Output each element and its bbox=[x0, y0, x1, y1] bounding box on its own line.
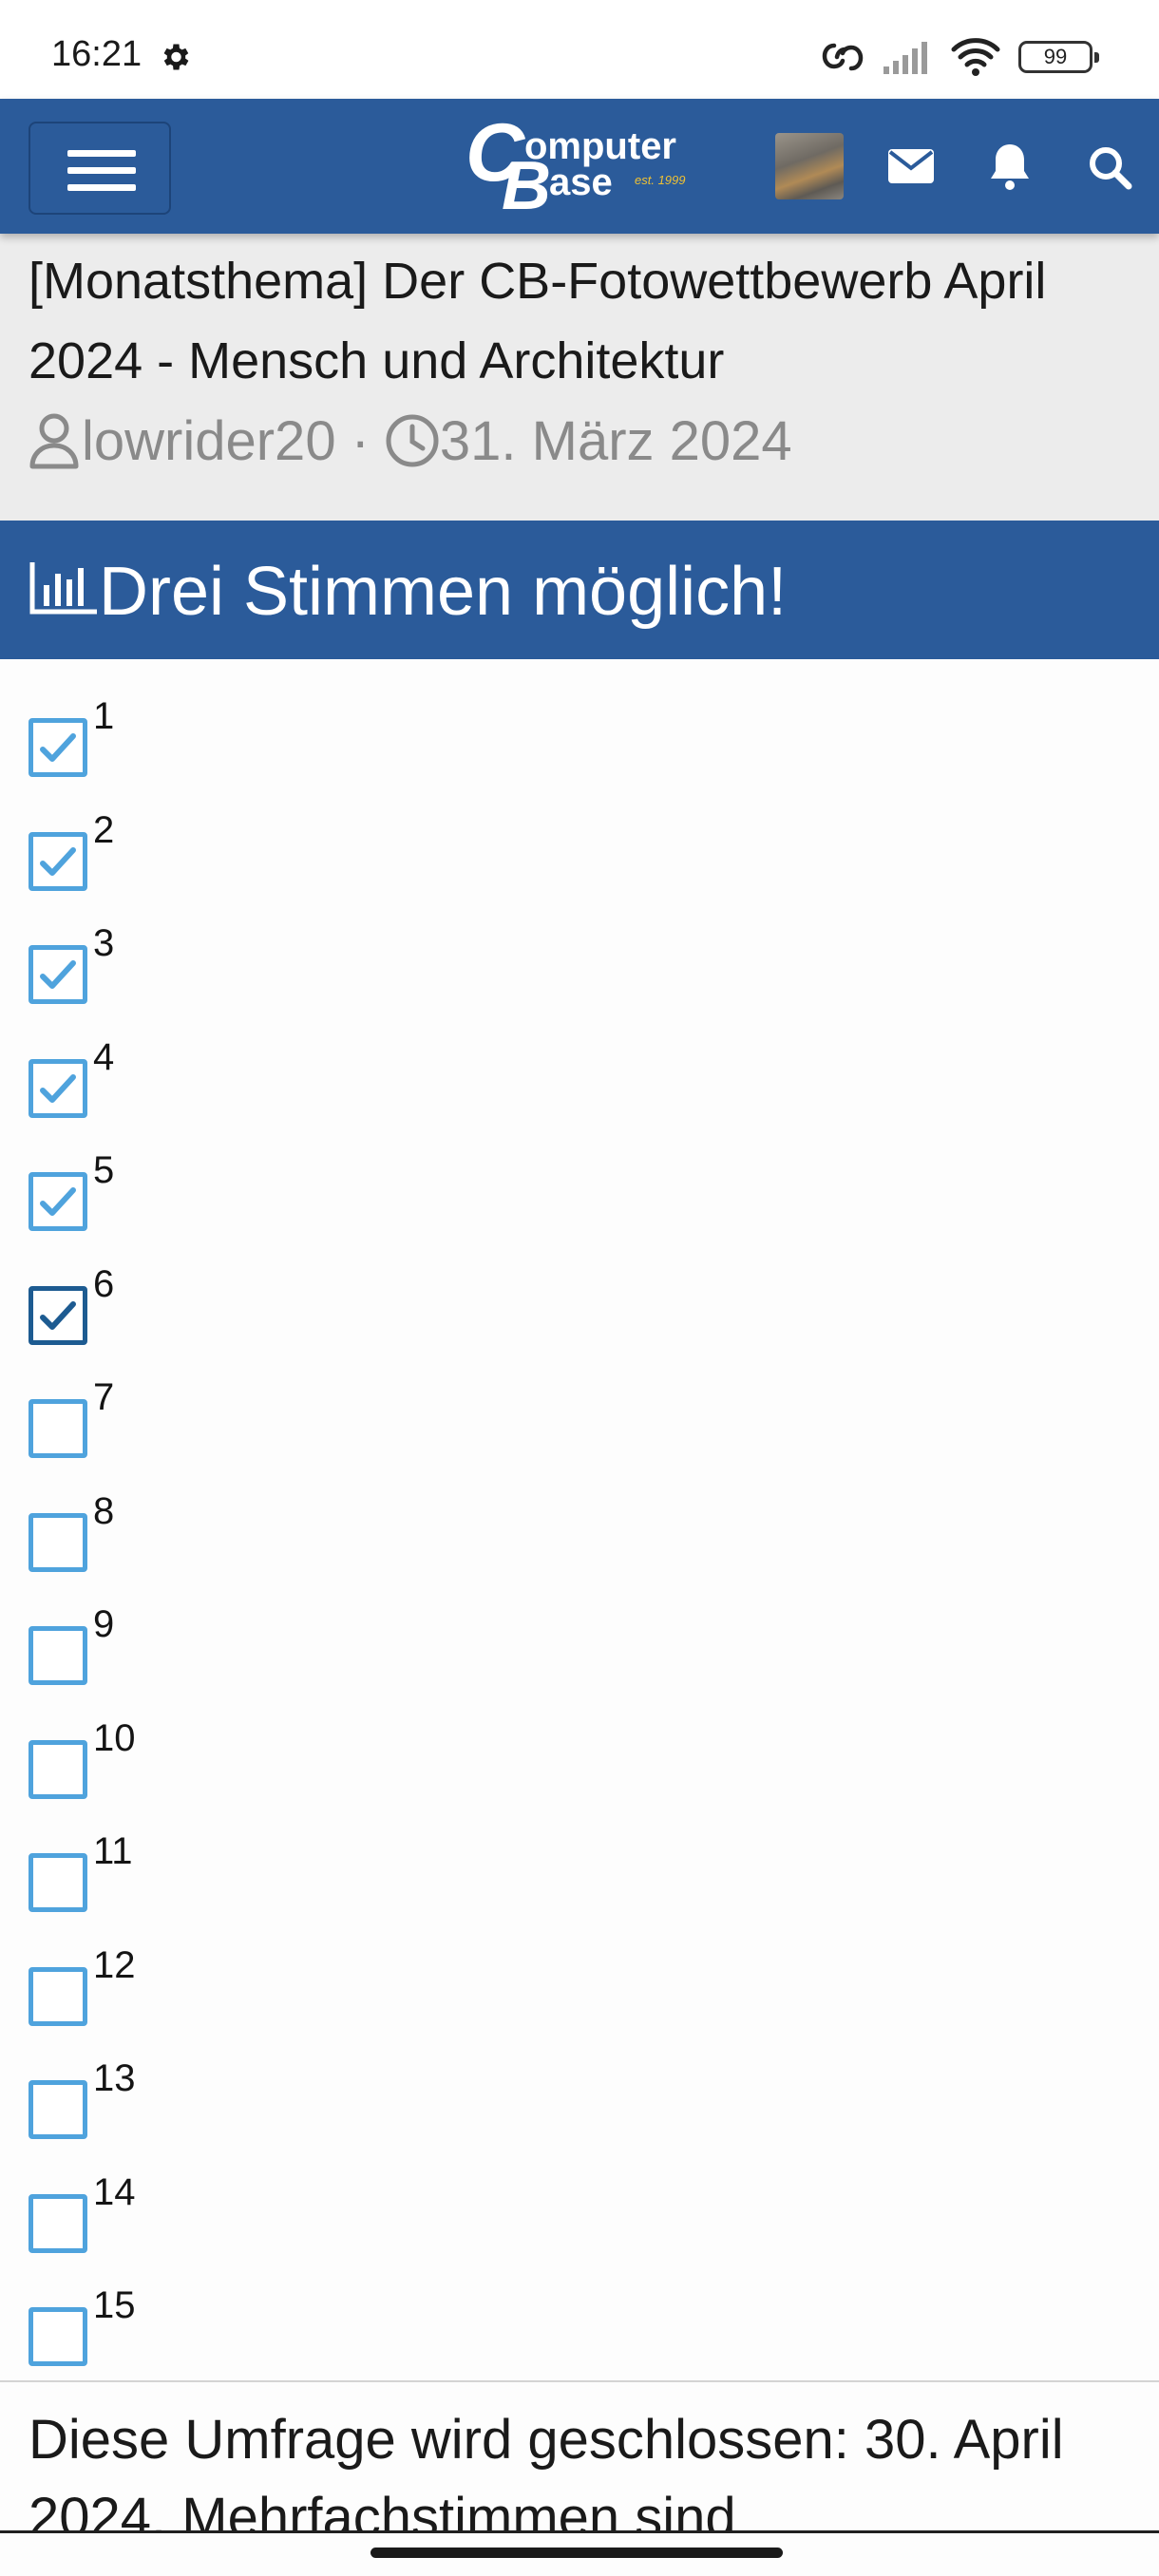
status-bar: 16:21 99 bbox=[0, 0, 1159, 99]
poll-option-label: 1 bbox=[93, 695, 115, 737]
status-time: 16:21 bbox=[51, 34, 142, 74]
poll-option-label: 12 bbox=[93, 1943, 136, 1986]
poll-options: 1 2 3 4 5 6 7 8 9 10 11 12 13 14 15 bbox=[0, 659, 1159, 2380]
check-icon bbox=[40, 1300, 76, 1330]
poll-option[interactable]: 12 bbox=[28, 1939, 1130, 2034]
computerbase-logo[interactable]: C omputer B ase est. 1999 bbox=[466, 112, 703, 224]
poll-option-checkbox[interactable] bbox=[28, 2307, 87, 2366]
poll-title: Drei Stimmen möglich! bbox=[99, 554, 788, 630]
poll-option[interactable]: 1 bbox=[28, 690, 1130, 785]
poll-option-checkbox[interactable] bbox=[28, 1739, 87, 1799]
poll-option-checkbox[interactable] bbox=[28, 1512, 87, 1572]
poll-closing-notice: Diese Umfrage wird geschlossen: 30. Apri… bbox=[28, 2409, 1064, 2530]
logo-text-base: ase bbox=[549, 161, 613, 203]
poll-option-checkbox[interactable] bbox=[28, 1285, 87, 1345]
poll-option-checkbox[interactable] bbox=[28, 1172, 87, 1231]
poll-option-label: 9 bbox=[93, 1603, 115, 1645]
chart-bar-icon bbox=[28, 559, 101, 620]
poll-option-checkbox[interactable] bbox=[28, 1626, 87, 1685]
poll-option-label: 4 bbox=[93, 1035, 115, 1078]
poll-option-checkbox[interactable] bbox=[28, 1966, 87, 2026]
logo-est: est. 1999 bbox=[635, 173, 686, 187]
check-icon bbox=[40, 733, 76, 762]
poll-option[interactable]: 14 bbox=[28, 2166, 1130, 2261]
poll-option-checkbox[interactable] bbox=[28, 945, 87, 1004]
check-icon bbox=[40, 1073, 76, 1103]
poll-option-checkbox[interactable] bbox=[28, 1058, 87, 1118]
check-icon bbox=[40, 1187, 76, 1216]
poll-option[interactable]: 8 bbox=[28, 1485, 1130, 1580]
poll-option-label: 10 bbox=[93, 1716, 136, 1759]
poll-option-label: 8 bbox=[93, 1489, 115, 1532]
poll-option-label: 13 bbox=[93, 2057, 136, 2099]
poll-option[interactable]: 7 bbox=[28, 1371, 1130, 1466]
poll-option[interactable]: 2 bbox=[28, 804, 1130, 899]
poll-option[interactable]: 11 bbox=[28, 1825, 1130, 1920]
poll-option-label: 14 bbox=[93, 2170, 136, 2213]
check-icon bbox=[40, 846, 76, 876]
user-icon bbox=[28, 411, 80, 470]
battery-icon: 99 bbox=[1018, 41, 1099, 73]
thread-title: [Monatsthema] Der CB-Fotowettbewerb Apri… bbox=[28, 253, 1047, 389]
status-icons: 99 bbox=[821, 34, 1099, 80]
avatar[interactable] bbox=[775, 133, 844, 199]
poll-option-checkbox[interactable] bbox=[28, 831, 87, 891]
poll-option[interactable]: 9 bbox=[28, 1598, 1130, 1693]
poll-option[interactable]: 4 bbox=[28, 1031, 1130, 1126]
poll-option-label: 6 bbox=[93, 1262, 115, 1305]
thread-date[interactable]: 31. März 2024 bbox=[440, 409, 792, 473]
poll-option[interactable]: 6 bbox=[28, 1258, 1130, 1353]
poll-option[interactable]: 3 bbox=[28, 917, 1130, 1012]
divider bbox=[0, 2380, 1159, 2382]
divider bbox=[0, 2530, 1159, 2533]
poll-option-label: 5 bbox=[93, 1149, 115, 1191]
menu-icon-bar bbox=[67, 150, 136, 157]
poll-option[interactable]: 10 bbox=[28, 1712, 1130, 1807]
poll-option[interactable]: 15 bbox=[28, 2279, 1130, 2374]
search-icon[interactable] bbox=[1087, 144, 1134, 197]
signal-icon bbox=[882, 38, 933, 76]
bell-icon[interactable] bbox=[988, 141, 1032, 197]
poll-option-label: 11 bbox=[93, 1830, 133, 1872]
thread-author[interactable]: lowrider20 bbox=[82, 409, 336, 473]
check-icon bbox=[40, 960, 76, 989]
poll-option-checkbox[interactable] bbox=[28, 718, 87, 777]
meta-separator: · bbox=[351, 409, 370, 472]
app-header: C omputer B ase est. 1999 bbox=[0, 99, 1159, 234]
poll-option-label: 2 bbox=[93, 808, 115, 851]
thread-header: [Monatsthema] Der CB-Fotowettbewerb Apri… bbox=[0, 234, 1159, 521]
wifi-icon bbox=[950, 36, 1001, 78]
poll-option-checkbox[interactable] bbox=[28, 1853, 87, 1912]
gear-icon bbox=[158, 40, 192, 74]
poll-option-label: 7 bbox=[93, 1376, 115, 1418]
logo-letter-b: B bbox=[502, 148, 551, 224]
mail-icon[interactable] bbox=[887, 148, 935, 189]
home-indicator[interactable] bbox=[370, 2548, 783, 2558]
link-icon bbox=[821, 38, 864, 76]
menu-button[interactable] bbox=[28, 122, 171, 215]
thread-meta: lowrider20 · 31. März 2024 bbox=[28, 405, 792, 477]
poll-option-label: 3 bbox=[93, 922, 115, 964]
poll-header: Drei Stimmen möglich! bbox=[0, 521, 1159, 659]
poll-option-checkbox[interactable] bbox=[28, 2193, 87, 2253]
poll-option-checkbox[interactable] bbox=[28, 1399, 87, 1458]
poll-option[interactable]: 5 bbox=[28, 1144, 1130, 1239]
clock-icon bbox=[385, 413, 440, 468]
menu-icon-bar bbox=[67, 167, 136, 174]
menu-icon-bar bbox=[67, 184, 136, 191]
poll-option[interactable]: 13 bbox=[28, 2052, 1130, 2147]
poll-option-label: 15 bbox=[93, 2284, 136, 2326]
poll-option-checkbox[interactable] bbox=[28, 2080, 87, 2139]
